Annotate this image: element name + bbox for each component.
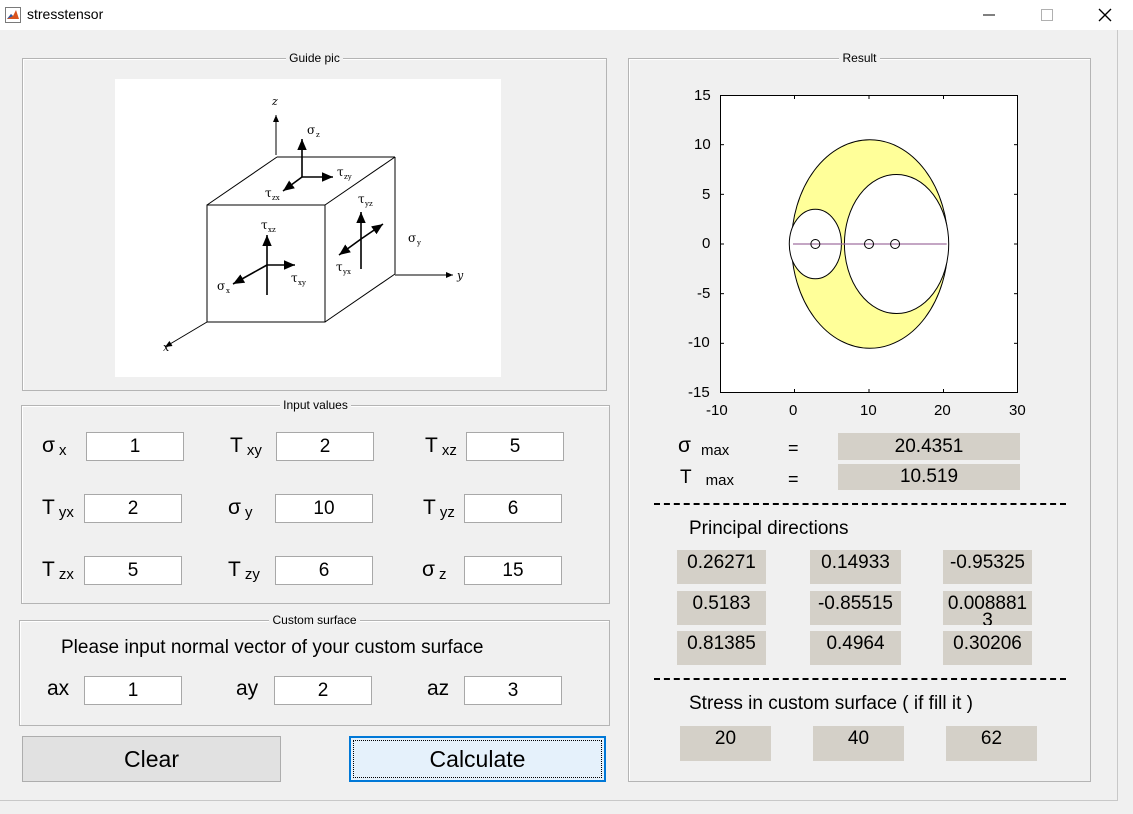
x-tick-label: 30 (1009, 402, 1026, 419)
sigma-max-label: σ max (678, 434, 730, 459)
stress-element-diagram: z y x σ z τ zy τ zx τ yz σ y τ xz τ yx τ… (115, 79, 501, 377)
tau-zx-label: τ (265, 186, 272, 200)
principal-cell: 0.26271 (677, 550, 766, 584)
sigma-x-sub: x (226, 287, 230, 295)
tau-max-value: 10.519 (838, 464, 1020, 490)
tau-xy-sub: xy (298, 279, 306, 287)
tau-yx-sub: yx (342, 268, 351, 276)
tau-max-label: Tmax (680, 467, 734, 489)
tau-zx-label: Tzx (42, 558, 74, 583)
sigma-z-sub: z (316, 131, 320, 139)
divider (654, 503, 1066, 505)
sigma-y-label: σ (408, 231, 416, 245)
principal-cell: 0.5183 (677, 591, 766, 625)
tau-yz-sub: yz (364, 200, 373, 208)
tau-zy-label: Tzy (228, 558, 260, 583)
result-panel-title: Result (839, 51, 880, 65)
principal-cell: 0.81385 (677, 631, 766, 665)
principal-cell: -0.85515 (810, 591, 901, 625)
x-tick-label: -10 (706, 402, 728, 419)
tau-zy-label: τ (337, 165, 344, 179)
maximize-icon (1041, 9, 1053, 21)
principal-cell: -0.95325 (943, 550, 1032, 584)
divider (654, 678, 1066, 680)
sigma-x-label: σ (217, 279, 225, 293)
y-tick-label: -5 (697, 285, 711, 302)
clear-button[interactable]: Clear (22, 736, 281, 782)
y-tick-label: -10 (688, 334, 710, 351)
ax-label: ax (47, 677, 70, 700)
sigma-y-label: σy (228, 496, 253, 521)
principal-cell: 0.30206 (943, 631, 1032, 665)
tau-yx-label: τ (336, 260, 343, 274)
calculate-button[interactable]: Calculate (349, 736, 606, 782)
y-tick-label: 0 (702, 235, 711, 252)
close-icon (1098, 8, 1112, 22)
sigma-z-input[interactable]: 15 (464, 556, 562, 585)
principal-directions-title: Principal directions (689, 518, 849, 539)
ay-input[interactable]: 2 (274, 676, 372, 705)
tau-max-equals: = (788, 469, 799, 489)
ax-input[interactable]: 1 (84, 676, 182, 705)
stress-custom-title: Stress in custom surface ( if fill it ) (689, 693, 974, 714)
tau-yx-input[interactable]: 2 (84, 494, 182, 523)
sigma-z-label: σz (422, 558, 447, 583)
sigma-x-label: σx (42, 434, 67, 459)
az-input[interactable]: 3 (464, 676, 562, 705)
input-values-title: Input values (280, 398, 351, 412)
az-label: az (427, 677, 450, 700)
matlab-logo-icon (5, 7, 21, 23)
tau-xy-label: Txy (230, 434, 262, 459)
tau-xz-sub: xz (268, 226, 276, 234)
y-tick-label: 10 (694, 136, 711, 153)
y-axis-label: y (456, 269, 464, 282)
principal-cell: 0.14933 (810, 550, 901, 584)
tau-zy-input[interactable]: 6 (275, 556, 373, 585)
tau-xz-input[interactable]: 5 (466, 432, 564, 461)
sigma-y-input[interactable]: 10 (275, 494, 373, 523)
y-tick-label: 15 (694, 87, 711, 104)
sigma-z-label: σ (307, 123, 315, 137)
title-bar: stresstensor (0, 0, 1133, 30)
y-tick-label: -15 (688, 384, 710, 401)
guide-panel-title: Guide pic (286, 51, 343, 65)
y-tick-label: 5 (702, 186, 711, 203)
tau-yx-label: Tyx (42, 496, 74, 521)
maximize-button[interactable] (1024, 0, 1070, 30)
x-tick-label: 20 (934, 402, 951, 419)
tau-zy-sub: zy (344, 173, 352, 181)
window-title: stresstensor (27, 6, 104, 22)
stress-value: 40 (813, 726, 904, 761)
tau-zx-sub: zx (272, 194, 280, 202)
tau-zx-input[interactable]: 5 (84, 556, 182, 585)
sigma-max-value: 20.4351 (838, 433, 1020, 460)
tau-yz-label: τ (358, 192, 365, 206)
tau-xy-input[interactable]: 2 (276, 432, 374, 461)
x-tick-label: 0 (789, 402, 798, 419)
tau-xz-label: Txz (425, 434, 457, 459)
sigma-y-sub: y (416, 239, 421, 247)
x-axis-label: x (163, 341, 170, 354)
tau-yz-input[interactable]: 6 (464, 494, 562, 523)
tau-yz-label: Tyz (423, 496, 455, 521)
stress-value: 20 (680, 726, 771, 761)
principal-cell: 0.4964 (810, 631, 901, 665)
custom-surface-title: Custom surface (269, 613, 360, 627)
minimize-button[interactable] (966, 0, 1012, 30)
custom-surface-prompt: Please input normal vector of your custo… (61, 637, 484, 658)
ay-label: ay (236, 677, 259, 700)
z-axis-label: z (271, 95, 278, 108)
x-tick-label: 10 (860, 402, 877, 419)
mohr-circle-chart (720, 95, 1018, 393)
sigma-x-input[interactable]: 1 (86, 432, 184, 461)
close-button[interactable] (1082, 0, 1128, 30)
stress-value: 62 (946, 726, 1037, 761)
principal-cell: 0.008881 3 (943, 591, 1032, 625)
tau-xy-label: τ (291, 271, 298, 285)
sigma-max-equals: = (788, 438, 799, 458)
tau-xz-label: τ (261, 218, 268, 232)
minimize-icon (983, 14, 995, 16)
